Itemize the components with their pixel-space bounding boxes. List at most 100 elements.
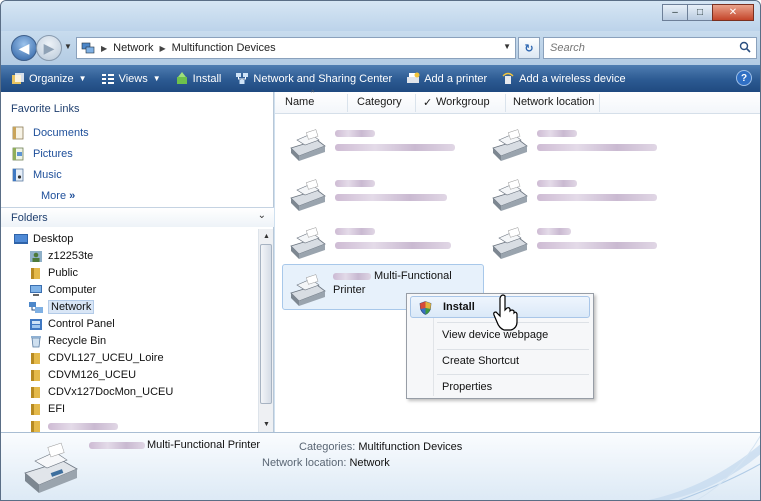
tree-item-control-panel[interactable]: Control Panel bbox=[29, 316, 115, 332]
scroll-up-icon[interactable]: ▲ bbox=[259, 229, 274, 244]
breadcrumb-multifunction-devices[interactable]: Multifunction Devices bbox=[172, 42, 276, 54]
folder-scrollbar[interactable]: ▲ ▼ bbox=[258, 229, 273, 432]
organize-menu[interactable]: Organize ▼ bbox=[11, 72, 87, 85]
network-center-icon bbox=[236, 73, 249, 84]
checkmark-icon: ✓ bbox=[423, 97, 433, 109]
folders-header[interactable]: Folders ⌄ bbox=[1, 207, 274, 227]
recent-pages-dropdown[interactable]: ▼ bbox=[64, 42, 72, 51]
device-tile[interactable] bbox=[485, 170, 685, 218]
help-button[interactable]: ? bbox=[736, 70, 752, 86]
blurred-label bbox=[48, 423, 118, 430]
organize-icon bbox=[12, 73, 24, 84]
add-wireless-device-button[interactable]: Add a wireless device bbox=[501, 72, 626, 85]
forward-button[interactable]: ▶ bbox=[36, 35, 62, 61]
device-tile[interactable] bbox=[485, 120, 685, 168]
column-name[interactable]: Name bbox=[285, 96, 314, 108]
back-button[interactable]: ◀ bbox=[11, 35, 37, 61]
column-workgroup[interactable]: Workgroup bbox=[436, 96, 490, 108]
network-sharing-center-button[interactable]: Network and Sharing Center bbox=[235, 72, 392, 85]
arrow-right-icon: ▶ bbox=[43, 39, 55, 56]
install-button[interactable]: Install bbox=[175, 72, 222, 85]
multifunction-printer-icon bbox=[492, 227, 528, 259]
more-links[interactable]: More » bbox=[41, 190, 75, 202]
breadcrumb-separator-icon: ▶ bbox=[159, 43, 166, 53]
tree-label: Public bbox=[48, 267, 78, 279]
organize-label: Organize bbox=[29, 72, 74, 85]
favorite-pictures[interactable]: Pictures bbox=[11, 147, 73, 161]
folder-icon bbox=[31, 267, 40, 279]
views-icon bbox=[101, 74, 114, 84]
device-tile[interactable] bbox=[283, 218, 483, 266]
scroll-thumb[interactable] bbox=[260, 244, 272, 404]
column-category[interactable]: Category bbox=[357, 96, 402, 108]
tree-item-folder[interactable]: CDVx127DocMon_UCEU bbox=[29, 384, 173, 400]
documents-icon bbox=[12, 126, 24, 140]
tree-item-folder[interactable]: CDVM126_UCEU bbox=[29, 367, 136, 383]
menu-label: Properties bbox=[442, 381, 493, 393]
menu-label: Create Shortcut bbox=[442, 355, 520, 367]
tree-item-network[interactable]: Network bbox=[29, 299, 95, 315]
tree-label: Network bbox=[48, 300, 95, 314]
tree-item-desktop[interactable]: Desktop bbox=[14, 231, 73, 247]
device-tile[interactable] bbox=[485, 218, 685, 266]
network-location-icon bbox=[81, 42, 95, 54]
details-location-label: Network location: bbox=[262, 457, 347, 469]
decorative-swoosh bbox=[648, 435, 760, 500]
tree-item-folder[interactable] bbox=[29, 418, 118, 432]
breadcrumb-separator-icon: ▶ bbox=[101, 43, 108, 53]
hand-cursor-icon bbox=[493, 294, 518, 331]
favorite-documents[interactable]: Documents bbox=[11, 126, 89, 140]
search-icon[interactable] bbox=[739, 41, 751, 53]
user-folder-icon bbox=[30, 250, 42, 262]
device-tile[interactable] bbox=[283, 120, 483, 168]
minimize-button[interactable]: – bbox=[662, 4, 688, 21]
tree-label: Recycle Bin bbox=[48, 335, 107, 347]
tree-label: CDVL127_UCEU_Loire bbox=[48, 352, 164, 364]
views-label: Views bbox=[118, 72, 148, 85]
multifunction-printer-icon bbox=[492, 129, 528, 161]
uac-shield-icon bbox=[419, 301, 432, 315]
explorer-window: – □ ✕ ◀ ▶ ▼ ▶ Network ▶ Multifunction De… bbox=[0, 0, 761, 501]
breadcrumb-network[interactable]: Network bbox=[113, 42, 153, 54]
details-device-name: Multi-Functional Printer bbox=[147, 439, 261, 451]
favorite-label: Documents bbox=[33, 127, 89, 139]
tree-label: EFI bbox=[48, 403, 66, 415]
tree-item-recycle-bin[interactable]: Recycle Bin bbox=[29, 333, 106, 349]
menu-item-properties[interactable]: Properties bbox=[410, 376, 590, 398]
tree-label: Computer bbox=[48, 284, 97, 296]
tree-item-folder[interactable]: EFI bbox=[29, 401, 65, 417]
menu-item-create-shortcut[interactable]: Create Shortcut bbox=[410, 350, 590, 372]
views-menu[interactable]: Views ▼ bbox=[101, 72, 161, 85]
device-tile[interactable] bbox=[283, 170, 483, 218]
tree-label: Control Panel bbox=[48, 318, 115, 330]
folder-tree: Desktop z12253te Public Computer Network… bbox=[1, 229, 257, 432]
tree-item-public[interactable]: Public bbox=[29, 265, 78, 281]
multifunction-printer-icon bbox=[24, 442, 78, 493]
tree-item-user[interactable]: z12253te bbox=[29, 248, 93, 264]
maximize-button[interactable]: □ bbox=[687, 4, 713, 21]
install-label: Install bbox=[192, 72, 222, 85]
refresh-button[interactable]: ↻ bbox=[518, 37, 540, 59]
tree-item-computer[interactable]: Computer bbox=[29, 282, 96, 298]
column-network-location[interactable]: Network location bbox=[513, 96, 594, 108]
favorite-links-title: Favorite Links bbox=[11, 103, 80, 115]
network-sharing-center-label: Network and Sharing Center bbox=[253, 72, 393, 85]
multifunction-printer-icon bbox=[290, 274, 326, 306]
favorite-music[interactable]: Music bbox=[11, 168, 62, 182]
scroll-down-icon[interactable]: ▼ bbox=[259, 417, 274, 432]
recycle-bin-icon bbox=[31, 335, 41, 347]
tree-item-folder[interactable]: CDVL127_UCEU_Loire bbox=[29, 350, 164, 366]
network-icon bbox=[29, 301, 43, 313]
double-chevron-right-icon: » bbox=[69, 190, 76, 202]
add-printer-button[interactable]: Add a printer bbox=[406, 72, 487, 85]
folder-icon bbox=[31, 386, 40, 398]
search-input[interactable] bbox=[544, 38, 734, 58]
close-button[interactable]: ✕ bbox=[712, 4, 754, 21]
multifunction-printer-icon bbox=[290, 227, 326, 259]
folder-icon bbox=[31, 403, 40, 415]
details-categories: Categories: Multifunction Devices bbox=[299, 441, 462, 453]
address-dropdown-icon[interactable]: ▼ bbox=[503, 42, 511, 51]
desktop-icon bbox=[14, 233, 28, 244]
address-bar[interactable]: ▶ Network ▶ Multifunction Devices ▼ bbox=[76, 37, 516, 59]
multifunction-printer-icon bbox=[290, 179, 326, 211]
